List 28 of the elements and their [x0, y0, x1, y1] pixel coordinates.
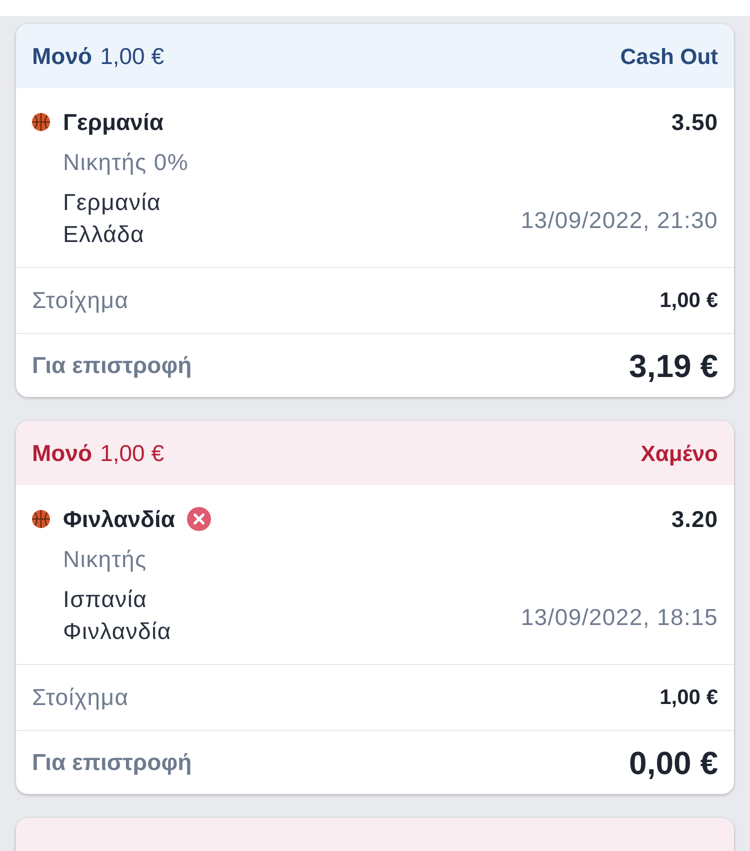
return-label: Για επιστροφή — [32, 748, 192, 778]
odds: 3.20 — [671, 504, 718, 534]
bet-status: Χαμένο — [640, 440, 718, 468]
stake-label: Στοίχημα — [32, 286, 129, 316]
stake-label: Στοίχημα — [32, 683, 129, 712]
event-datetime: 13/09/2022, 21:30 — [520, 206, 718, 235]
market-name: Νικητής — [63, 544, 147, 574]
home-team: Ισπανία — [63, 585, 148, 614]
basketball-icon — [32, 113, 50, 131]
stake-amount: 1,00 € — [660, 288, 718, 314]
return-label: Για επιστροφή — [32, 351, 192, 380]
event-datetime: 13/09/2022, 18:15 — [520, 602, 718, 632]
away-team: Ελλάδα — [63, 220, 146, 249]
return-amount: 3,19 € — [629, 346, 718, 386]
odds: 3.50 — [671, 108, 718, 137]
return-amount: 0,00 € — [629, 744, 718, 782]
market-name: Νικητής 0% — [63, 148, 189, 177]
bet-type: Μονό — [32, 438, 92, 468]
basketball-icon — [32, 510, 50, 528]
header-stake: 1,00 € — [100, 438, 164, 468]
bet-status: Cash Out — [620, 42, 718, 70]
home-team: Γερμανία — [63, 188, 161, 217]
header-stake: 1,00 € — [100, 42, 164, 71]
selection-name: Γερμανία — [63, 108, 164, 137]
away-team: Φινλανδία — [63, 617, 172, 646]
bet-type: Μονό — [32, 42, 92, 71]
stake-amount: 1,00 € — [660, 684, 718, 711]
selection-name: Φινλανδία — [63, 504, 175, 534]
